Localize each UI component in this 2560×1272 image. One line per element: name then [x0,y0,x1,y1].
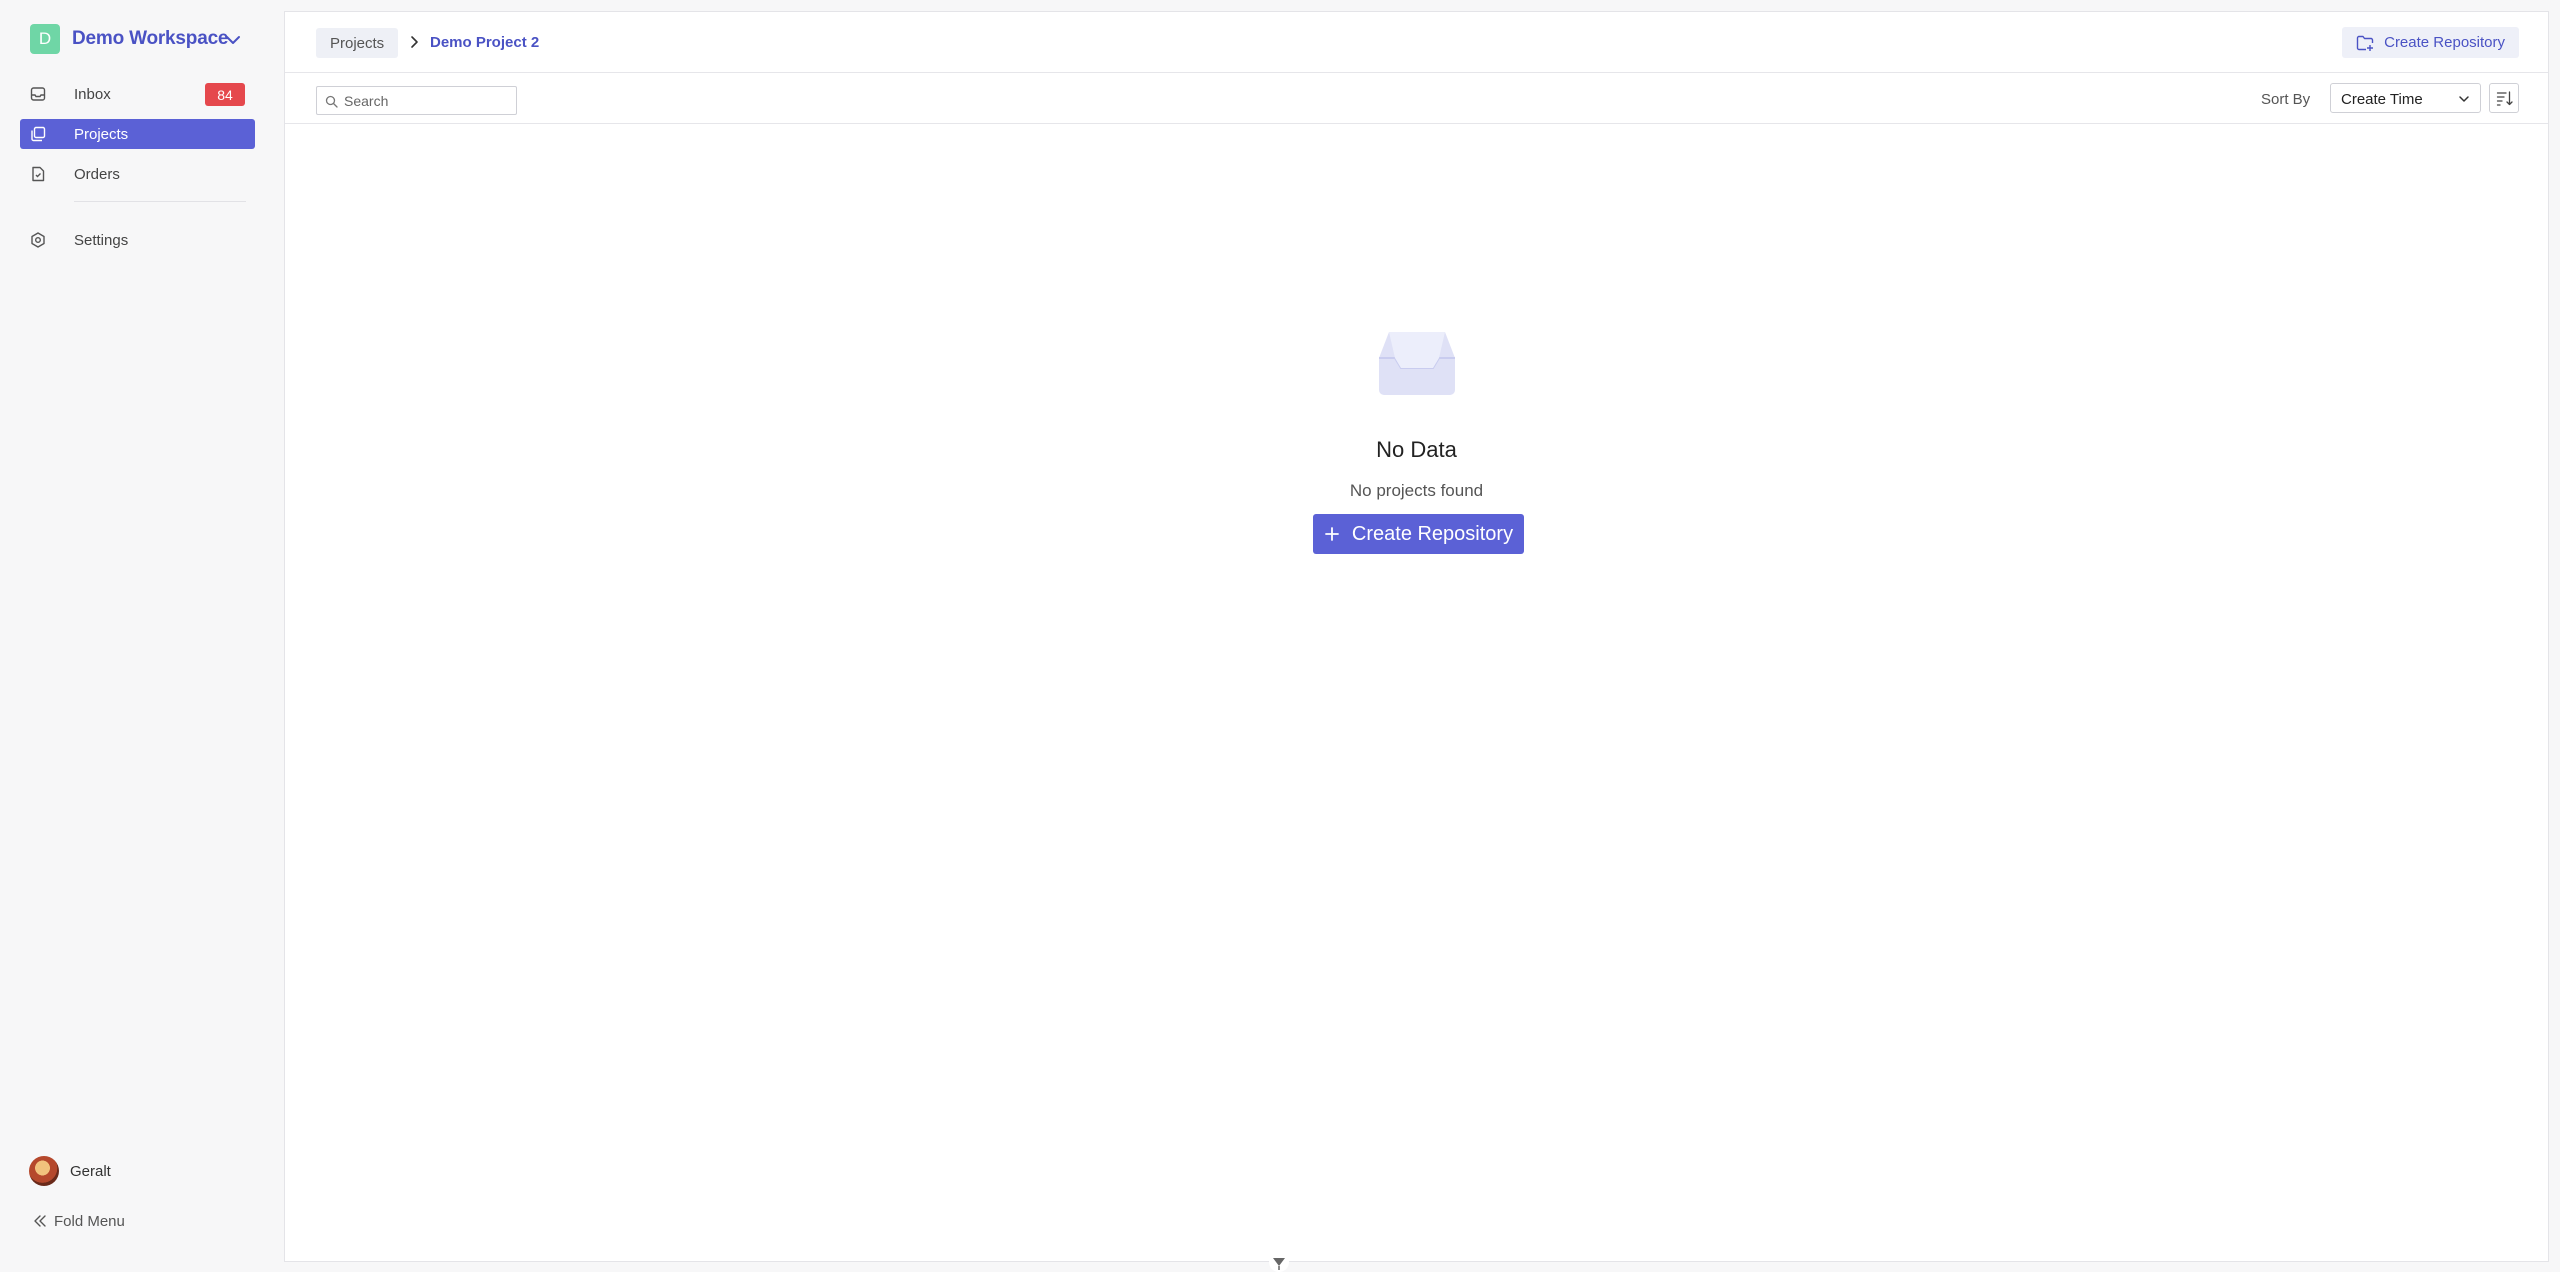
sidebar: D Demo Workspace Inbox 84 Projects Order… [0,0,284,1272]
sort-order-toggle[interactable] [2489,83,2519,113]
workspace-switcher[interactable]: D Demo Workspace [30,24,250,54]
toolbar: Sort By Create Time [285,73,2548,124]
empty-state-title: No Data [1376,437,1457,462]
sidebar-item-orders[interactable]: Orders [20,159,255,189]
sort-by-label: Sort By [2261,91,2311,108]
sort-by-select[interactable]: Create Time [2330,83,2481,113]
main-panel: Projects Demo Project 2 Create Repositor… [284,11,2549,1262]
create-repository-primary-label: Create Repository [1351,522,1514,545]
sidebar-item-label: Projects [74,126,129,143]
avatar [29,1156,59,1186]
inbox-icon [30,87,46,101]
user-name: Geralt [70,1162,111,1180]
double-chevron-left-icon [34,1215,46,1227]
search-icon [325,95,338,108]
inbox-count-badge: 84 [205,83,245,106]
sidebar-item-settings[interactable]: Settings [20,225,255,255]
chevron-down-icon [226,36,240,44]
empty-state: No Data No projects found Create Reposit… [285,124,2548,624]
search-field[interactable] [316,86,517,115]
workspace-name: Demo Workspace [72,28,229,49]
fold-menu-label: Fold Menu [54,1212,125,1230]
user-profile[interactable]: Geralt [29,1156,249,1186]
sidebar-item-projects[interactable]: Projects [20,119,255,149]
sidebar-item-inbox[interactable]: Inbox 84 [20,79,255,109]
breadcrumb-current: Demo Project 2 [430,34,540,51]
projects-icon [31,126,46,142]
search-input[interactable] [344,89,512,112]
workspace-avatar: D [30,24,60,54]
fold-menu-button[interactable]: Fold Menu [32,1210,125,1232]
page-header: Projects Demo Project 2 Create Repositor… [285,12,2548,73]
sidebar-item-label: Settings [74,232,129,249]
create-repository-label: Create Repository [2384,34,2505,51]
create-repository-primary-button[interactable]: Create Repository [1313,514,1524,554]
sidebar-divider [74,201,246,202]
create-repository-button[interactable]: Create Repository [2342,27,2519,58]
sort-descending-icon [2496,91,2513,106]
sidebar-item-label: Inbox [74,86,111,103]
empty-state-subtitle: No projects found [1349,481,1484,500]
empty-inbox-icon [1379,332,1455,395]
plus-icon [1325,527,1339,541]
sort-by-value: Create Time [2341,91,2423,108]
expand-panel-icon[interactable] [1268,1252,1290,1272]
breadcrumb-projects[interactable]: Projects [316,28,399,58]
chevron-down-icon [2459,96,2469,102]
chevron-right-icon [411,36,418,48]
sidebar-item-label: Orders [74,166,120,183]
app-root: D Demo Workspace Inbox 84 Projects Order… [0,0,2560,1272]
folder-add-icon [2356,35,2374,51]
settings-icon [31,232,45,248]
orders-icon [32,166,45,182]
